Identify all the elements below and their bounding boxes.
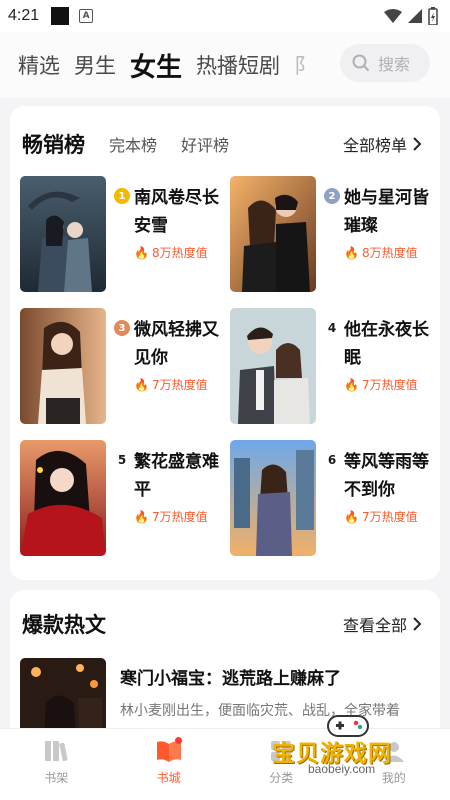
flame-icon: 🔥 <box>134 509 149 524</box>
heat-value: 🔥 8万热度值 <box>134 245 208 261</box>
heat-value: 🔥 7万热度值 <box>344 377 418 393</box>
search-box[interactable]: 搜索 <box>340 44 430 82</box>
book-item[interactable]: 6 等风等雨等不到你 🔥 7万热度值 <box>230 440 430 558</box>
rank-badge: 3 <box>114 320 130 336</box>
hot-book-title[interactable]: 寒门小福宝：逃荒路上赚麻了 <box>120 664 341 689</box>
chevron-right-icon <box>413 137 422 151</box>
heat-value: 🔥 7万热度值 <box>344 509 418 525</box>
rank-number: 6 <box>327 453 337 467</box>
nav-bookstore[interactable]: 书城 <box>113 729 226 800</box>
flame-icon: 🔥 <box>344 509 359 524</box>
book-cover <box>230 176 316 292</box>
book-item[interactable]: 1 南风卷尽长安雪 🔥 8万热度值 <box>20 176 220 294</box>
view-all-link[interactable]: 查看全部 <box>343 612 422 636</box>
book-title: 南风卷尽长安雪 <box>134 188 219 236</box>
flame-icon: 🔥 <box>134 245 149 260</box>
notification-square-icon <box>51 7 70 25</box>
signal-icon <box>408 9 422 23</box>
book-item[interactable]: 5 繁花盛意难平 🔥 7万热度值 <box>20 440 220 558</box>
book-cover <box>20 440 106 556</box>
notification-dot <box>174 737 182 744</box>
book-cover <box>230 308 316 424</box>
book-title: 微风轻拂又见你 <box>134 320 219 368</box>
bookshelf-icon <box>45 741 68 762</box>
hot-title: 爆款热文 <box>20 609 106 641</box>
heat-value: 🔥 8万热度值 <box>344 245 418 261</box>
book-title: 等风等雨等不到你 <box>344 452 429 500</box>
status-bar: 4:21 A <box>0 0 450 32</box>
flame-icon: 🔥 <box>344 245 359 260</box>
bestseller-header: 畅销榜 完本榜 好评榜 全部榜单 <box>20 128 422 161</box>
book-item[interactable]: 4 他在永夜长眠 🔥 7万热度值 <box>230 308 430 426</box>
category-tabs: 精选 男生 女生 热播短剧 阝 搜索 <box>0 32 450 98</box>
watermark: 宝贝游戏网 baobeiy.com <box>268 712 438 782</box>
search-placeholder: 搜索 <box>378 55 411 74</box>
wifi-icon <box>384 9 402 23</box>
book-item[interactable]: 2 她与星河皆璀璨 🔥 8万热度值 <box>230 176 430 294</box>
hot-header: 爆款热文 查看全部 <box>20 608 422 641</box>
book-cover <box>20 308 106 424</box>
book-cover <box>20 176 106 292</box>
tab-featured[interactable]: 精选 <box>18 50 60 80</box>
tab-female[interactable]: 女生 <box>130 47 182 84</box>
watermark-url: baobeiy.com <box>308 762 376 776</box>
heat-value: 🔥 7万热度值 <box>134 377 208 393</box>
status-time: 4:21 <box>8 7 40 24</box>
chevron-right-icon <box>413 617 422 631</box>
book-title: 她与星河皆璀璨 <box>344 188 429 236</box>
search-icon <box>352 54 370 72</box>
tab-male[interactable]: 男生 <box>74 50 116 80</box>
book-item[interactable]: 3 微风轻拂又见你 🔥 7万热度值 <box>20 308 220 426</box>
notification-a-icon: A <box>79 9 94 23</box>
book-title: 他在永夜长眠 <box>344 320 429 368</box>
rank-badge: 1 <box>114 188 130 204</box>
flame-icon: 🔥 <box>134 377 149 392</box>
tab-completed[interactable]: 完本榜 <box>109 132 157 156</box>
rank-number: 4 <box>327 321 337 335</box>
bestseller-card: 畅销榜 完本榜 好评榜 全部榜单 1 南风卷尽长安雪 🔥 8万热度值 2 她与星河… <box>10 106 440 580</box>
tab-top-rated[interactable]: 好评榜 <box>181 132 229 156</box>
bestseller-title: 畅销榜 <box>20 129 85 161</box>
battery-icon <box>428 7 438 25</box>
all-rankings-link[interactable]: 全部榜单 <box>343 132 422 156</box>
tab-partial[interactable]: 阝 <box>294 50 315 80</box>
rank-number: 5 <box>117 453 127 467</box>
rank-badge: 2 <box>324 188 340 204</box>
flame-icon: 🔥 <box>344 377 359 392</box>
tab-short-drama[interactable]: 热播短剧 <box>196 50 280 80</box>
book-cover <box>230 440 316 556</box>
nav-bookshelf[interactable]: 书架 <box>0 729 113 800</box>
book-title: 繁花盛意难平 <box>134 452 219 500</box>
heat-value: 🔥 7万热度值 <box>134 509 208 525</box>
